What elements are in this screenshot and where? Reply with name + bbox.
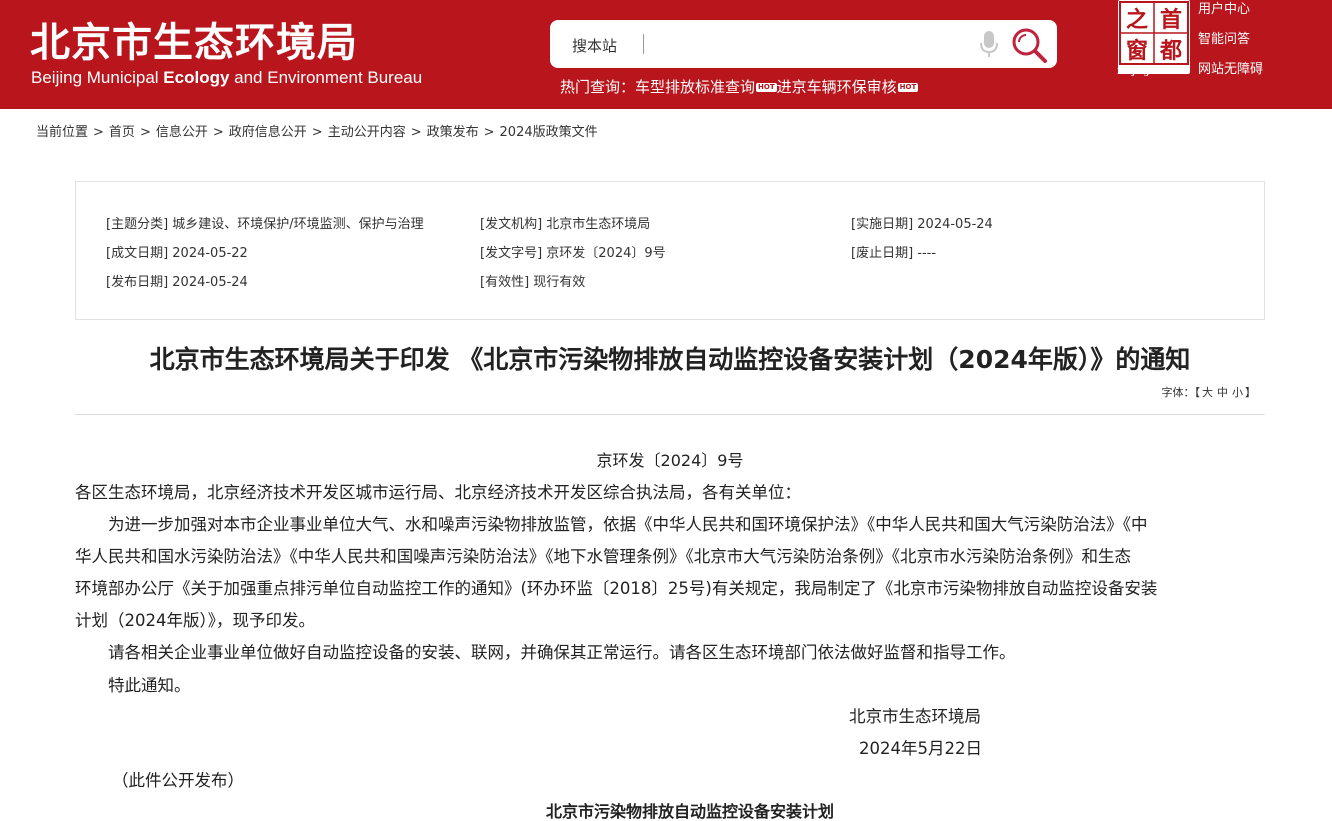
search-icon[interactable] <box>1008 24 1050 66</box>
hot-search-label: 热门查询： <box>560 78 636 96</box>
body-line: 各区生态环境局，北京经济技术开发区城市运行局、北京经济技术开发区综合执法局，各有… <box>75 483 801 502</box>
breadcrumb-2024-policy[interactable]: 2024版政策文件 <box>500 125 598 140</box>
body-line: 请各相关企业事业单位做好自动监控设备的安装、联网，并确保其正常运行。请各区生态环… <box>75 643 1016 662</box>
breadcrumb-gov-info[interactable]: 政府信息公开 <box>229 125 307 140</box>
hot-badge: HOT <box>897 83 919 92</box>
hot-link-vehicle-standard[interactable]: 车型排放标准查询 <box>635 78 755 96</box>
microphone-icon[interactable] <box>978 29 1000 59</box>
breadcrumb-label: 当前位置 <box>36 125 89 140</box>
font-size-large[interactable]: 大 <box>1202 386 1213 399</box>
font-size-bracket: 】 <box>1245 386 1256 399</box>
body-line: 计划（2024年版）》，现予印发。 <box>75 611 315 630</box>
subtitle-part: and Environment Bureau <box>229 68 423 87</box>
hot-link-vehicle-review[interactable]: 进京车辆环保审核 <box>777 78 897 96</box>
body-line: 为进一步加强对本市企业事业单位大气、水和噪声污染物排放监管，依据《中华人民共和国… <box>75 515 1148 534</box>
meta-topic: [主题分类] 城乡建设、环境保护/环境监测、保护与治理 <box>106 217 424 232</box>
top-links: 用户中心 智能问答 网站无障碍 <box>1198 0 1263 90</box>
breadcrumb-separator: > <box>212 125 224 140</box>
appendix-title: 北京市污染物排放自动监控设备安装计划 <box>545 802 834 821</box>
title-divider <box>75 414 1265 415</box>
site-header: 北京市生态环境局 Beijing Municipal Ecology and E… <box>0 0 1332 109</box>
logo-char: 都 <box>1159 38 1182 64</box>
search-box: 搜本站 <box>550 20 1057 68</box>
disclosure-note: （此件公开发布） <box>112 771 244 790</box>
font-size-small[interactable]: 小 <box>1232 386 1243 399</box>
breadcrumb-policy-release[interactable]: 政策发布 <box>427 125 479 140</box>
breadcrumb-home[interactable]: 首页 <box>109 125 135 140</box>
meta-issuer: [发文机构] 北京市生态环境局 <box>480 217 651 232</box>
document-title: 北京市生态环境局关于印发 《北京市污染物排放自动监控设备安装计划（2024年版）… <box>149 345 1191 374</box>
breadcrumb-separator: > <box>93 125 104 140</box>
breadcrumb-separator: > <box>311 125 323 140</box>
signer: 北京市生态环境局 <box>849 707 981 726</box>
user-center-link[interactable]: 用户中心 <box>1198 0 1263 30</box>
hot-badge: HOT <box>756 83 777 92</box>
breadcrumb-separator: > <box>483 125 495 140</box>
logo-char: 之 <box>1126 7 1148 33</box>
body-line: 环境部办公厅《关于加强重点排污单位自动监控工作的通知》(环办环监〔2018〕25… <box>75 579 1158 598</box>
capital-window-logo-graphic: 之 首 窗 都 <box>1119 1 1189 65</box>
search-input[interactable] <box>650 28 970 60</box>
meta-validity: [有效性] 现行有效 <box>480 275 586 290</box>
meta-publish-date: [发布日期] 2024-05-24 <box>106 275 248 290</box>
sign-date: 2024年5月22日 <box>859 739 982 758</box>
breadcrumb-active-disclosure[interactable]: 主动公开内容 <box>328 125 406 140</box>
breadcrumb-info-disclosure[interactable]: 信息公开 <box>156 125 208 140</box>
subtitle-part: Beijing Municipal <box>31 68 164 87</box>
body-line: 华人民共和国水污染防治法》《中华人民共和国噪声污染防治法》《地下水管理条例》《北… <box>75 547 1131 566</box>
meta-doc-number: [发文字号] 京环发〔2024〕9号 <box>480 246 666 261</box>
meta-effective-date: [实施日期] 2024-05-24 <box>851 217 993 232</box>
document-metadata-box: [主题分类] 城乡建设、环境保护/环境监测、保护与治理 [发文机构] 北京市生态… <box>75 181 1265 320</box>
breadcrumb: 当前位置 > 首页 > 信息公开 > 政府信息公开 > 主动公开内容 > 政策发布 >2024版政策文… <box>36 121 598 140</box>
body-line: 特此通知。 <box>75 676 191 695</box>
capital-window-logo[interactable]: 之 首 窗 都 <box>1118 0 1190 74</box>
meta-created-date: [成文日期] 2024-05-22 <box>106 246 248 261</box>
font-size-switcher: 字体：【大中小】 <box>1162 384 1257 400</box>
smart-qa-link[interactable]: 智能问答 <box>1198 30 1263 60</box>
logo-char: 首 <box>1160 7 1182 33</box>
logo-char: 窗 <box>1126 38 1148 64</box>
search-scope-label[interactable]: 搜本站 <box>572 35 617 56</box>
font-size-medium[interactable]: 中 <box>1217 386 1228 399</box>
subtitle-bold: Ecology <box>163 68 230 87</box>
accessibility-link[interactable]: 网站无障碍 <box>1198 60 1263 90</box>
meta-abolish-date: [废止日期] ---- <box>851 246 937 261</box>
breadcrumb-separator: > <box>410 125 422 140</box>
search-divider <box>643 34 644 54</box>
font-size-label: 字体：【 <box>1161 386 1201 399</box>
breadcrumb-separator: > <box>139 125 151 140</box>
hot-search-bar: 热门查询：车型排放标准查询 HOT 进京车辆环保审核 HOT <box>560 76 919 97</box>
logo-caption: Beijing-China <box>1117 66 1179 76</box>
document-number: 京环发〔2024〕9号 <box>596 451 744 470</box>
site-title[interactable]: 北京市生态环境局 <box>30 10 358 68</box>
site-subtitle: Beijing Municipal Ecology and Environmen… <box>31 68 422 88</box>
